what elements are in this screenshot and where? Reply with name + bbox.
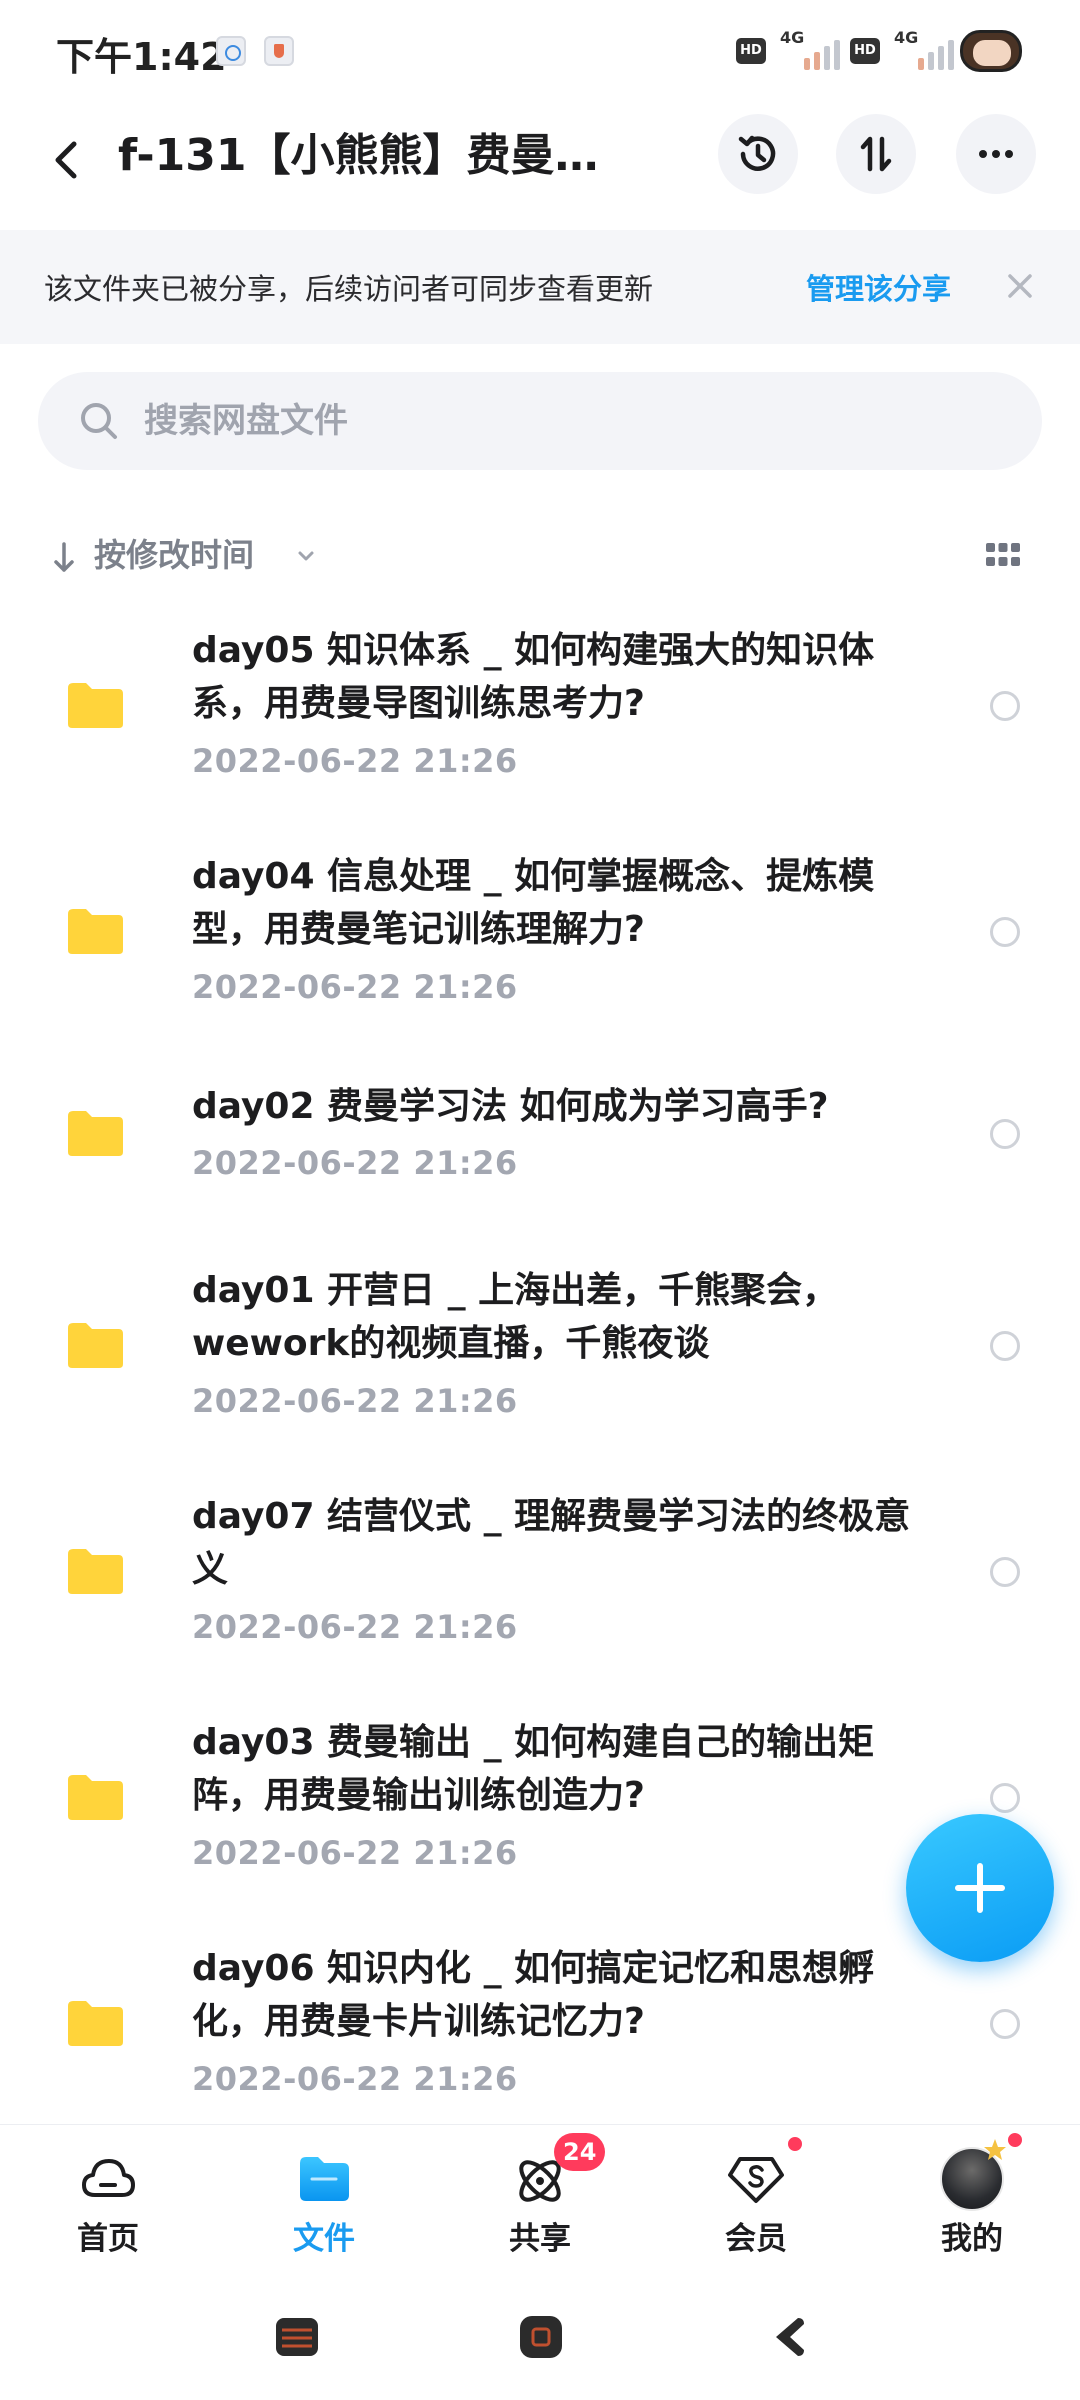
folder-icon (68, 1775, 123, 1820)
select-checkbox[interactable] (990, 1331, 1020, 1361)
status-bar: 下午1:42 HD 4G HD 4G (0, 0, 1080, 100)
file-date: 2022-06-22 21:26 (192, 1144, 518, 1182)
folder-icon (300, 2157, 349, 2201)
select-checkbox[interactable] (990, 1783, 1020, 1813)
select-checkbox[interactable] (990, 2009, 1020, 2039)
more-button[interactable] (956, 114, 1036, 194)
sort-by-label[interactable]: 按修改时间 (94, 530, 254, 576)
folder-icon (68, 1323, 123, 1368)
file-date: 2022-06-22 21:26 (192, 1608, 518, 1646)
share-count-badge: 24 (554, 2133, 606, 2171)
list-item[interactable]: day02 费曼学习法 如何成为学习高手? 2022-06-22 21:26 (0, 1064, 1080, 1194)
battery-avatar-icon (960, 30, 1022, 72)
network-gen-label: 4G (780, 28, 805, 47)
nav-me[interactable]: 我的 (902, 2131, 1042, 2269)
chevron-down-icon[interactable] (292, 542, 320, 570)
sort-arrows-icon (860, 136, 892, 172)
list-item[interactable]: day06 知识内化 _ 如何搞定记忆和思想孵化，用费曼卡片训练记忆力? 202… (0, 1928, 1080, 2104)
top-app-bar: f-131【小熊熊】费曼学... (0, 100, 1080, 230)
folder-icon (68, 909, 123, 954)
list-item[interactable]: day07 结营仪式 _ 理解费曼学习法的终极意义 2022-06-22 21:… (0, 1476, 1080, 1652)
nav-label: 我的 (941, 2221, 1003, 2257)
file-name: day03 费曼输出 _ 如何构建自己的输出矩阵，用费曼输出训练创造力? (192, 1722, 875, 1816)
search-bar[interactable] (38, 372, 1042, 470)
file-name: day06 知识内化 _ 如何搞定记忆和思想孵化，用费曼卡片训练记忆力? (192, 1948, 875, 2042)
sort-row: 按修改时间 (0, 520, 1080, 590)
select-checkbox[interactable] (990, 1119, 1020, 1149)
nav-label: 首页 (77, 2221, 139, 2257)
file-name: day05 知识体系 _ 如何构建强大的知识体系，用费曼导图训练思考力? (192, 630, 875, 724)
more-dots-icon (979, 150, 1013, 158)
file-name: day07 结营仪式 _ 理解费曼学习法的终极意义 (192, 1496, 911, 1590)
list-item[interactable]: day01 开营日 _ 上海出差，千熊聚会，wework的视频直播，千熊夜谈 2… (0, 1250, 1080, 1426)
chevron-left-icon (55, 141, 77, 179)
bottom-nav: 首页 文件 24 共享 会员 我的 (0, 2124, 1080, 2272)
nav-files[interactable]: 文件 (254, 2139, 394, 2269)
search-icon (81, 403, 117, 439)
me-notification-dot (1006, 2131, 1024, 2149)
page-title: f-131【小熊熊】费曼学... (118, 130, 638, 181)
nav-label: 文件 (293, 2221, 355, 2257)
file-name: day02 费曼学习法 如何成为学习高手? (192, 1086, 829, 1127)
select-checkbox[interactable] (990, 1557, 1020, 1587)
file-date: 2022-06-22 21:26 (192, 1834, 518, 1872)
hd-badge: HD (736, 38, 766, 64)
home-button-icon[interactable] (516, 2312, 566, 2362)
notification-app-icon (216, 36, 246, 66)
share-banner-text: 该文件夹已被分享，后续访问者可同步查看更新 (44, 272, 654, 306)
share-banner: 该文件夹已被分享，后续访问者可同步查看更新 管理该分享 (0, 230, 1080, 344)
close-icon (1008, 274, 1032, 298)
nav-home[interactable]: 首页 (38, 2139, 178, 2269)
folder-icon (68, 1111, 123, 1156)
folder-icon (68, 683, 123, 728)
status-time: 下午1:42 (56, 35, 227, 79)
add-button[interactable] (906, 1814, 1054, 1962)
file-date: 2022-06-22 21:26 (192, 2060, 518, 2098)
list-item[interactable]: day04 信息处理 _ 如何掌握概念、提炼模型，用费曼笔记训练理解力? 202… (0, 836, 1080, 1012)
search-input[interactable] (144, 386, 1004, 456)
file-name: day01 开营日 _ 上海出差，千熊聚会，wework的视频直播，千熊夜谈 (192, 1270, 839, 1364)
manage-share-link[interactable]: 管理该分享 (806, 266, 951, 308)
file-date: 2022-06-22 21:26 (192, 1382, 518, 1420)
back-button[interactable] (38, 130, 98, 190)
nav-label: 共享 (509, 2221, 571, 2257)
file-name: day04 信息处理 _ 如何掌握概念、提炼模型，用费曼笔记训练理解力? (192, 856, 875, 950)
history-icon (738, 135, 776, 171)
vip-diamond-icon (728, 2157, 784, 2203)
file-date: 2022-06-22 21:26 (192, 968, 518, 1006)
file-date: 2022-06-22 21:26 (192, 742, 518, 780)
select-checkbox[interactable] (990, 691, 1020, 721)
folder-icon (68, 2001, 123, 2046)
system-navigation-bar (0, 2272, 1080, 2400)
grid-view-icon[interactable] (984, 540, 1022, 570)
transfer-button[interactable] (836, 114, 916, 194)
hd-badge: HD (850, 38, 880, 64)
history-button[interactable] (718, 114, 798, 194)
recent-apps-icon[interactable] (272, 2312, 322, 2362)
plus-icon (955, 1863, 1005, 1913)
list-item[interactable]: day05 知识体系 _ 如何构建强大的知识体系，用费曼导图训练思考力? 202… (0, 610, 1080, 786)
sort-down-arrow-icon (54, 542, 74, 572)
signal-icon: 4G (778, 28, 848, 70)
signal-icon: 4G (892, 28, 962, 70)
cloud-home-icon (82, 2159, 135, 2197)
select-checkbox[interactable] (990, 917, 1020, 947)
nav-vip[interactable]: 会员 (686, 2135, 826, 2269)
network-gen-label: 4G (894, 28, 919, 47)
folder-icon (68, 1549, 123, 1594)
nav-share[interactable]: 24 共享 (470, 2133, 610, 2269)
star-icon (984, 2139, 1006, 2160)
vip-notification-dot (786, 2135, 804, 2153)
nav-label: 会员 (725, 2221, 787, 2257)
back-gesture-icon[interactable] (764, 2312, 814, 2362)
notification-shield-icon (264, 36, 294, 66)
close-banner-button[interactable] (1000, 266, 1040, 306)
